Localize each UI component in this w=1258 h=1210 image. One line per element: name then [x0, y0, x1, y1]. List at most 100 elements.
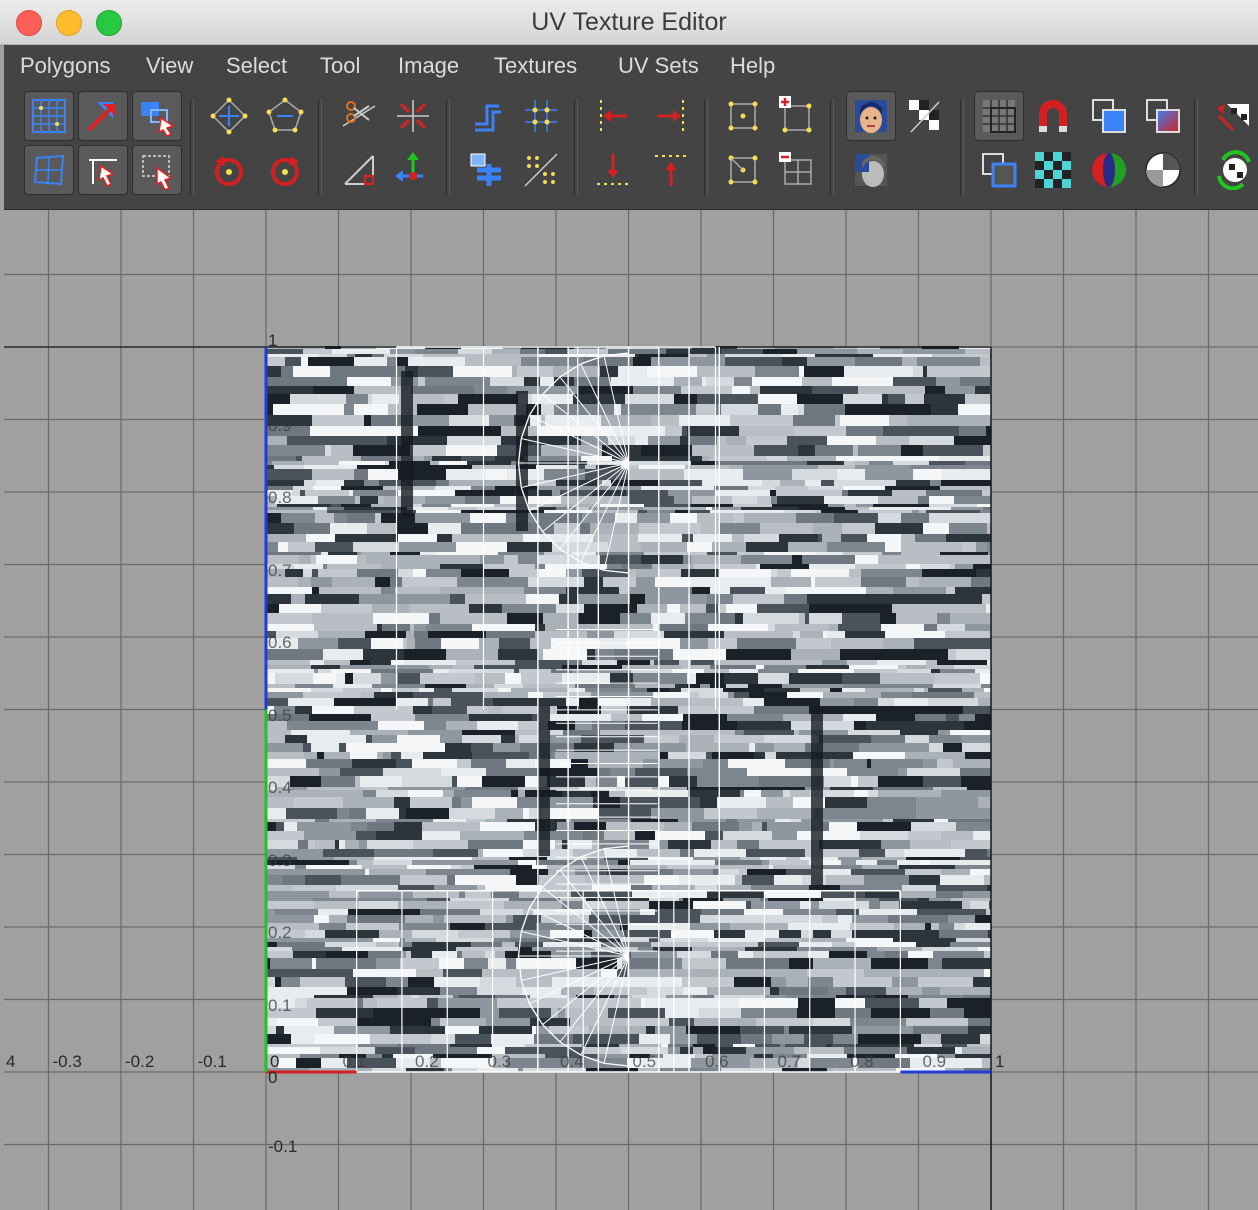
u-tick-label: 0.3: [487, 1052, 512, 1071]
menu-help[interactable]: Help: [730, 53, 775, 79]
select-uv-boundary-icon[interactable]: [132, 145, 182, 195]
exposure-icon[interactable]: [1138, 145, 1188, 195]
checker-map-icon[interactable]: [1028, 145, 1078, 195]
remove-uv-icon[interactable]: [718, 145, 768, 195]
flip-u-icon[interactable]: [24, 145, 74, 195]
layout-uv-icon[interactable]: [388, 145, 438, 195]
uv-cap-fan: [520, 487, 531, 511]
menu-polygons[interactable]: Polygons: [20, 53, 111, 79]
filter-uvs-icon[interactable]: [974, 145, 1024, 195]
u-tick-label: 0.5: [632, 1052, 657, 1071]
v-tick-label: 0.3: [268, 850, 292, 870]
uv-viewport[interactable]: 4 -0.3 -0.2 -0.1 0 0.1 0.2 0.3 0.4 0.5 0.6 0.7 0.8 0.…: [4, 210, 1258, 1210]
u-tick-label: 0.7: [777, 1052, 802, 1071]
uv-cap-fan: [528, 394, 544, 416]
uv-cap-fan: [542, 376, 561, 395]
add-uv-icon[interactable]: [772, 91, 822, 141]
toolbar-separator: [830, 99, 834, 195]
move-v-up-icon[interactable]: [646, 145, 696, 195]
uv-cap-fan: [580, 955, 629, 1056]
uv-cap-fan: [542, 1024, 561, 1043]
u-tick-label: 0.4: [560, 1052, 584, 1071]
u-tick-label: 0.1: [342, 1052, 367, 1071]
v-tick-label: 0.1: [268, 995, 292, 1015]
cut-sew-icon[interactable]: [334, 91, 384, 141]
uv-cap-fan: [603, 352, 629, 357]
uv-cap-fan: [520, 415, 531, 439]
view-image-icon[interactable]: [846, 91, 896, 141]
u-tick-label: 0.2: [415, 1052, 439, 1071]
flip-v-icon[interactable]: [204, 91, 254, 141]
toolbar-separator: [446, 99, 450, 195]
cut-uv-edges-icon[interactable]: [78, 145, 128, 195]
toolbar-separator: [318, 99, 322, 195]
copy-uvs-icon[interactable]: [718, 91, 768, 141]
move-u-right-icon[interactable]: [646, 91, 696, 141]
u-tick-label: 0.9: [922, 1052, 947, 1071]
shade-uv-icon[interactable]: [1138, 91, 1188, 141]
move-sew-icon[interactable]: [388, 91, 438, 141]
rotate-cw-icon[interactable]: [260, 145, 310, 195]
menu-bar: Polygons View Select Tool Image Textures…: [4, 45, 1258, 87]
uv-cap-fan: [580, 355, 605, 365]
smooth-uv-icon[interactable]: [334, 145, 384, 195]
toolbar-separator: [574, 99, 578, 195]
uv-cap-fan: [580, 848, 605, 858]
checker-toggle-icon[interactable]: [900, 91, 950, 141]
uv-cap-fan: [529, 462, 629, 512]
snap-together-icon[interactable]: [462, 145, 512, 195]
move-v-down-icon[interactable]: [588, 145, 638, 195]
v-tick-label: 0.7: [268, 560, 292, 580]
uv-cap-fan: [559, 856, 582, 871]
align-uvs-icon[interactable]: [516, 91, 566, 141]
isolate-select-icon[interactable]: [1084, 91, 1134, 141]
move-u-left-icon[interactable]: [588, 91, 638, 141]
toolbar-separator: [704, 99, 708, 195]
shade-uv-icon[interactable]: [772, 145, 822, 195]
uv-cap-fan: [529, 907, 629, 957]
uv-cap-fan: [603, 845, 629, 850]
display-rgb-icon[interactable]: [1208, 91, 1258, 141]
uv-cap-fan: [542, 869, 561, 888]
uv-cap-fan: [517, 931, 522, 957]
move-uv-shell-icon[interactable]: [78, 91, 128, 141]
toolbar-separator: [190, 99, 194, 195]
uv-cap-fan: [580, 462, 629, 563]
straighten-uv-icon[interactable]: [462, 91, 512, 141]
v-tick-label: 0.8: [268, 488, 292, 507]
menu-select[interactable]: Select: [226, 53, 287, 79]
v-tick-label: 0.6: [268, 633, 292, 652]
menu-tool[interactable]: Tool: [320, 53, 360, 79]
pixel-snap-icon[interactable]: [974, 91, 1024, 141]
rotate-ccw-icon[interactable]: [204, 145, 254, 195]
grid-uvs-icon[interactable]: [516, 145, 566, 195]
title-bar: UV Texture Editor: [0, 0, 1258, 45]
uv-lattice-icon[interactable]: [24, 91, 74, 141]
menu-uv-sets[interactable]: UV Sets: [618, 53, 699, 79]
menu-view[interactable]: View: [146, 53, 193, 79]
toolbar-separator: [1194, 99, 1198, 195]
toolbar-separator: [960, 99, 964, 195]
uv-cap-fan: [580, 856, 629, 957]
u-tick-label: 1: [995, 1052, 1005, 1071]
v-tick-label: 0.5: [268, 705, 292, 725]
unfold-icon[interactable]: [260, 91, 310, 141]
uv-cap-fan: [517, 462, 522, 488]
u-tick-label: 0.8: [850, 1052, 874, 1071]
v-tick-label: 0.9: [268, 415, 292, 435]
uv-cap-fan: [529, 955, 629, 1005]
uv-cap-fan: [529, 414, 629, 464]
u-tick-label: -0.3: [52, 1052, 82, 1071]
rgb-channels-icon[interactable]: [1084, 145, 1134, 195]
magnet-icon[interactable]: [1028, 91, 1078, 141]
uv-cap-fan: [528, 510, 544, 532]
menu-textures[interactable]: Textures: [494, 53, 577, 79]
uv-cap-fan: [580, 561, 605, 571]
v-tick-label: 1: [268, 331, 278, 350]
cycle-icon[interactable]: [1208, 145, 1258, 195]
tweak-uv-icon[interactable]: [132, 91, 182, 141]
v-tick-label: 0: [268, 1068, 278, 1087]
u-tick-label: -0.2: [125, 1052, 155, 1071]
dim-image-icon[interactable]: [846, 145, 896, 195]
menu-image[interactable]: Image: [398, 53, 459, 79]
